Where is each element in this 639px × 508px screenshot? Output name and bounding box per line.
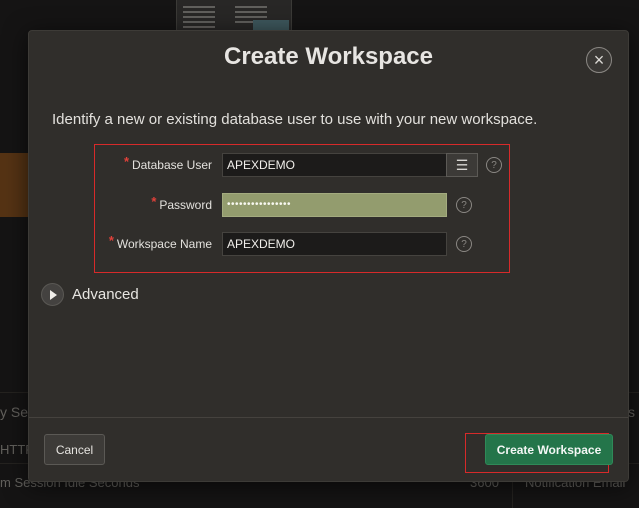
required-marker: * <box>123 154 130 169</box>
dialog-intro-text: Identify a new or existing database user… <box>52 111 538 128</box>
password-input[interactable]: •••••••••••••••• <box>222 193 447 217</box>
dialog-header: Create Workspace × <box>29 31 628 87</box>
password-label: * Password <box>151 194 212 212</box>
workspace-name-label: * Workspace Name <box>108 233 212 251</box>
database-user-label: * Database User <box>123 154 212 172</box>
required-marker: * <box>108 233 114 248</box>
advanced-label: Advanced <box>72 286 139 303</box>
create-workspace-button[interactable]: Create Workspace <box>485 434 613 465</box>
form-fields-region: * Database User APEXDEMO ☰ ? * Password … <box>94 144 510 273</box>
dialog-title: Create Workspace <box>224 43 433 70</box>
required-marker: * <box>151 194 157 209</box>
database-user-row: * Database User APEXDEMO ☰ ? <box>95 153 509 179</box>
dialog-footer: Cancel Create Workspace <box>29 417 628 481</box>
advanced-toggle[interactable]: Advanced <box>41 283 139 306</box>
close-button[interactable]: × <box>586 47 612 73</box>
create-workspace-dialog: Create Workspace × Identify a new or exi… <box>28 30 629 482</box>
help-icon[interactable]: ? <box>456 236 472 252</box>
close-icon: × <box>593 50 605 70</box>
database-user-input[interactable]: APEXDEMO <box>222 153 447 177</box>
help-icon[interactable]: ? <box>456 197 472 213</box>
workspace-name-row: * Workspace Name APEXDEMO ? <box>95 232 509 258</box>
help-icon[interactable]: ? <box>486 157 502 173</box>
expand-arrow-icon <box>41 283 64 306</box>
list-icon: ☰ <box>455 156 469 173</box>
database-user-list-button[interactable]: ☰ <box>446 153 478 177</box>
password-row: * Password •••••••••••••••• ? <box>95 193 509 219</box>
workspace-name-input[interactable]: APEXDEMO <box>222 232 447 256</box>
cancel-button[interactable]: Cancel <box>44 434 105 465</box>
